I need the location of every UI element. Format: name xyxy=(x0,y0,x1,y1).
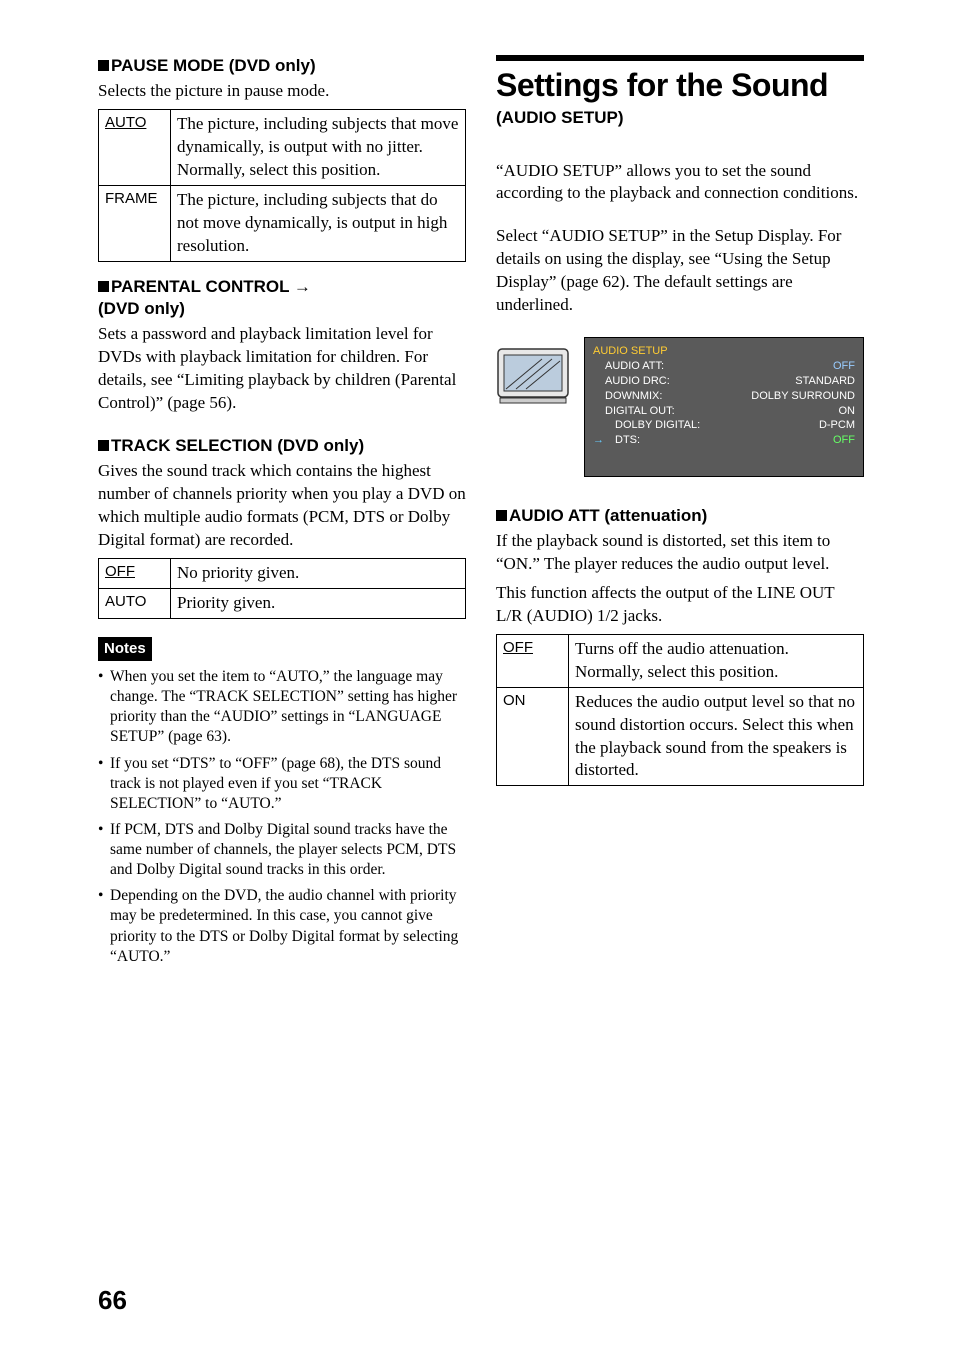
section-rule xyxy=(496,55,864,61)
cell-key: OFF xyxy=(503,639,533,656)
notes-list: When you set the item to “AUTO,” the lan… xyxy=(98,667,466,967)
table-track-selection: OFF No priority given. AUTO Priority giv… xyxy=(98,558,466,619)
text-track: Gives the sound track which contains the… xyxy=(98,460,466,552)
text-audio-intro1: “AUDIO SETUP” allows you to set the soun… xyxy=(496,160,864,206)
notes-label: Notes xyxy=(98,637,152,661)
page-title: Settings for the Sound xyxy=(496,69,864,103)
list-item: Depending on the DVD, the audio channel … xyxy=(98,886,466,967)
cell-val: Priority given. xyxy=(171,588,466,618)
cell-key: FRAME xyxy=(105,190,158,207)
cell-key: OFF xyxy=(105,563,135,580)
arrow-right-icon: → xyxy=(294,277,311,296)
table-row: OFF Turns off the audio attenuation. Nor… xyxy=(497,634,864,687)
list-item: If PCM, DTS and Dolby Digital sound trac… xyxy=(98,820,466,880)
text-att-2: This function affects the output of the … xyxy=(496,582,864,628)
list-item: If you set “DTS” to “OFF” (page 68), the… xyxy=(98,754,466,814)
cell-key: AUTO xyxy=(105,593,146,610)
text-pause-intro: Selects the picture in pause mode. xyxy=(98,80,466,103)
cell-val: The picture, including subjects that do … xyxy=(171,185,466,261)
heading-pause-mode: PAUSE MODE (DVD only) xyxy=(98,55,466,78)
page-subtitle: (AUDIO SETUP) xyxy=(496,107,864,130)
osd-illustration: AUDIO SETUP AUDIO ATT:OFF AUDIO DRC:STAN… xyxy=(496,337,864,477)
cell-val: Turns off the audio attenuation. Normall… xyxy=(569,634,864,687)
tv-icon xyxy=(496,343,576,407)
cell-val: No priority given. xyxy=(171,558,466,588)
osd-panel: AUDIO SETUP AUDIO ATT:OFF AUDIO DRC:STAN… xyxy=(584,337,864,477)
cell-val: Reduces the audio output level so that n… xyxy=(569,687,864,786)
cell-key: ON xyxy=(503,692,526,709)
heading-audio-att: AUDIO ATT (attenuation) xyxy=(496,505,864,528)
cell-val: The picture, including subjects that mov… xyxy=(171,109,466,185)
heading-parental-control: PARENTAL CONTROL → (DVD only) xyxy=(98,276,466,322)
table-pause-mode: AUTO The picture, including subjects tha… xyxy=(98,109,466,262)
table-row: AUTO Priority given. xyxy=(99,588,466,618)
cell-key: AUTO xyxy=(105,114,146,131)
table-row: OFF No priority given. xyxy=(99,558,466,588)
table-row: FRAME The picture, including subjects th… xyxy=(99,185,466,261)
page-number: 66 xyxy=(98,1283,127,1318)
table-audio-att: OFF Turns off the audio attenuation. Nor… xyxy=(496,634,864,787)
heading-track-selection: TRACK SELECTION (DVD only) xyxy=(98,435,466,458)
osd-title: AUDIO SETUP xyxy=(593,344,855,359)
list-item: When you set the item to “AUTO,” the lan… xyxy=(98,667,466,748)
table-row: ON Reduces the audio output level so tha… xyxy=(497,687,864,786)
text-att-1: If the playback sound is distorted, set … xyxy=(496,530,864,576)
osd-arrow-icon: → xyxy=(593,433,603,448)
table-row: AUTO The picture, including subjects tha… xyxy=(99,109,466,185)
text-audio-intro2: Select “AUDIO SETUP” in the Setup Displa… xyxy=(496,225,864,317)
text-parental: Sets a password and playback limitation … xyxy=(98,323,466,415)
